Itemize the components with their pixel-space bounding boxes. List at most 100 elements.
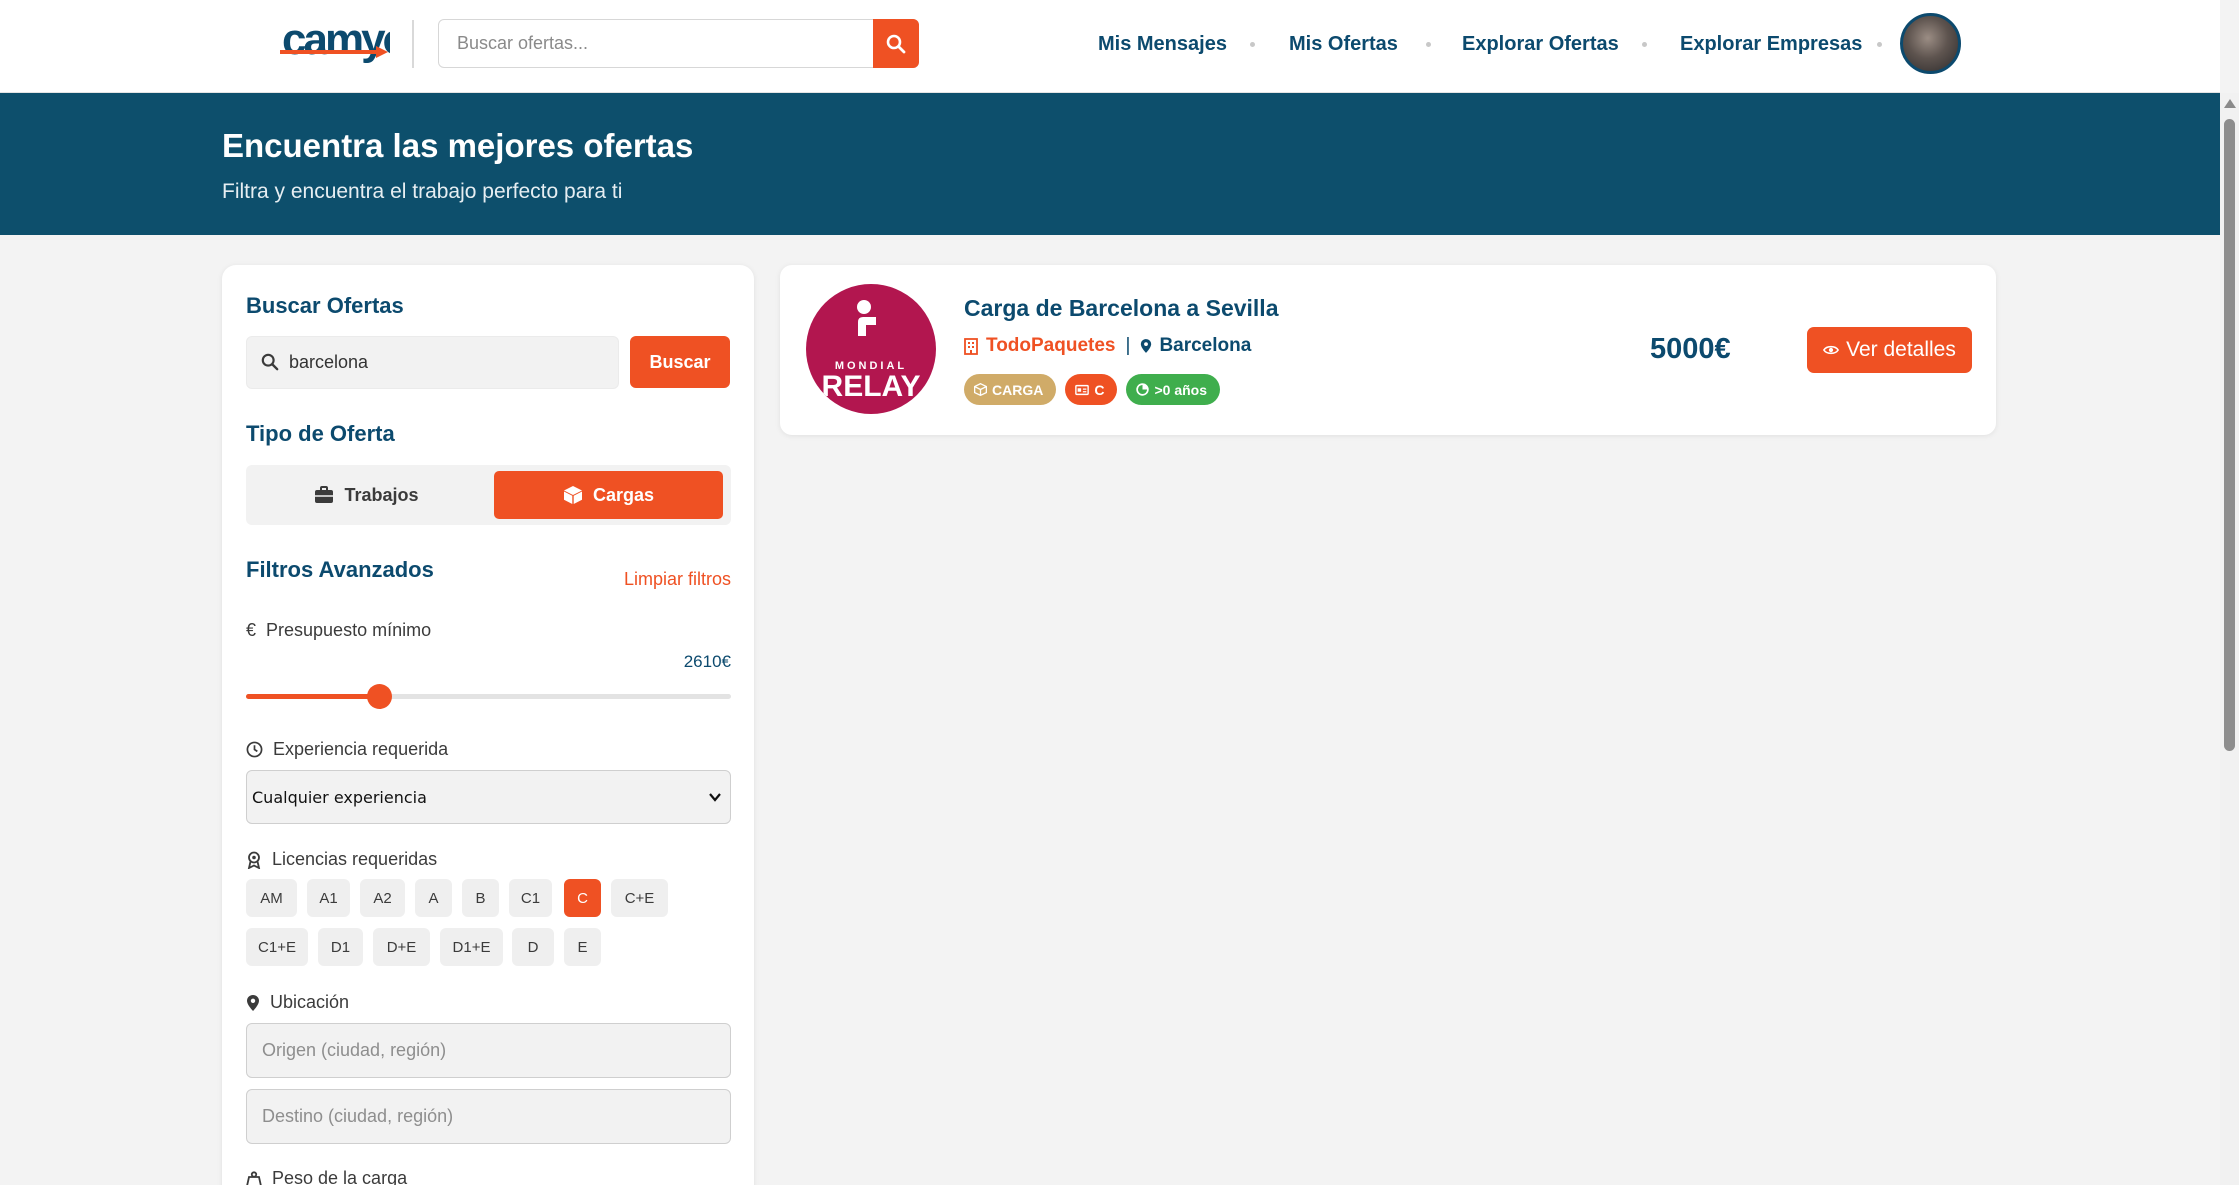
experience-label-row: Experiencia requerida	[246, 739, 448, 760]
view-details-button[interactable]: Ver detalles	[1807, 327, 1972, 373]
license-chip[interactable]: D	[512, 928, 554, 966]
header-search-button[interactable]	[873, 19, 919, 68]
top-navbar: camyo Mis Mensajes Mis Ofertas Explorar …	[0, 0, 2220, 93]
tag-carga-label: CARGA	[992, 381, 1044, 398]
license-chip[interactable]: A1	[307, 879, 350, 917]
weight-label-row: Peso de la carga	[246, 1168, 407, 1185]
city-name: Barcelona	[1159, 335, 1252, 356]
license-chip[interactable]: C1+E	[246, 928, 308, 966]
header-search-input[interactable]	[439, 20, 871, 67]
nav-explorar-empresas[interactable]: Explorar Empresas	[1680, 33, 1862, 56]
license-chip[interactable]: C+E	[611, 879, 668, 917]
tag-experience-label: >0 años	[1154, 381, 1207, 398]
view-details-label: Ver detalles	[1846, 338, 1956, 361]
budget-slider[interactable]	[246, 684, 731, 709]
license-chip[interactable]: E	[564, 928, 601, 966]
tag-carga: CARGA	[964, 374, 1057, 405]
box-icon	[563, 486, 582, 504]
budget-value: 2610€	[683, 652, 731, 671]
license-chip[interactable]: AM	[246, 879, 297, 917]
tab-cargas-label: Cargas	[592, 484, 655, 505]
nav-mis-ofertas[interactable]: Mis Ofertas	[1289, 33, 1398, 56]
offer-price: 5000€	[1650, 333, 1731, 365]
box-icon	[974, 383, 987, 396]
budget-slider-thumb[interactable]	[367, 684, 393, 709]
company-name: TodoPaquetes	[986, 335, 1116, 356]
offer-tags: CARGA C >0 años	[964, 374, 1220, 405]
page-scrollbar[interactable]	[2220, 93, 2239, 1185]
origin-input[interactable]	[247, 1024, 730, 1077]
location-label: Ubicación	[270, 992, 350, 1012]
svg-text:camyo: camyo	[282, 15, 390, 64]
offer-type-toggle: Trabajos Cargas	[246, 465, 731, 525]
search-icon	[261, 353, 279, 371]
license-chip[interactable]: D+E	[373, 928, 430, 966]
map-pin-icon	[1141, 339, 1152, 353]
filter-panel: Buscar Ofertas Buscar Tipo de Oferta Tra…	[222, 265, 754, 1185]
license-chip[interactable]: D1+E	[440, 928, 503, 966]
sidebar-search-input[interactable]	[289, 337, 609, 388]
license-badge-icon	[247, 851, 261, 869]
offer-title[interactable]: Carga de Barcelona a Sevilla	[964, 295, 1279, 322]
tab-cargas[interactable]: Cargas	[494, 471, 723, 519]
license-chip[interactable]: A	[415, 879, 452, 917]
nav-separator-dot	[1250, 42, 1255, 47]
tab-trabajos[interactable]: Trabajos	[252, 471, 481, 519]
tag-license: C	[1065, 374, 1118, 405]
destination-input[interactable]	[247, 1090, 730, 1143]
origin-field	[246, 1023, 731, 1078]
license-chip[interactable]: A2	[360, 879, 405, 917]
map-pin-icon	[247, 994, 259, 1011]
advanced-filters-title: Filtros Avanzados	[246, 557, 434, 582]
location-label-row: Ubicación	[246, 992, 349, 1013]
experience-select[interactable]: Cualquier experiencia	[246, 770, 731, 824]
header-search	[438, 19, 919, 68]
license-chip-selected[interactable]: C	[564, 879, 601, 917]
tag-license-label: C	[1094, 381, 1105, 398]
nav-explorar-ofertas[interactable]: Explorar Ofertas	[1462, 33, 1619, 56]
scroll-thumb[interactable]	[2224, 119, 2235, 751]
offer-type-title: Tipo de Oferta	[246, 421, 395, 446]
licenses-label: Licencias requeridas	[272, 849, 438, 869]
nav-mis-mensajes[interactable]: Mis Mensajes	[1098, 33, 1227, 56]
chevron-down-icon	[709, 793, 721, 802]
license-chip[interactable]: C1	[509, 879, 552, 917]
budget-slider-fill	[246, 694, 380, 699]
scroll-up-arrow[interactable]	[2224, 99, 2236, 108]
id-card-icon	[1075, 384, 1090, 395]
experience-icon	[1136, 383, 1150, 396]
search-section-title: Buscar Ofertas	[246, 293, 404, 318]
offer-location: Barcelona	[1140, 335, 1251, 357]
tab-trabajos-label: Trabajos	[344, 484, 419, 505]
clear-filters-link[interactable]: Limpiar filtros	[624, 569, 731, 590]
destination-field	[246, 1089, 731, 1144]
licenses-label-row: Licencias requeridas	[246, 849, 437, 870]
weight-icon	[246, 1170, 262, 1185]
hero-title: Encuentra las mejores ofertas	[222, 127, 694, 164]
license-chip[interactable]: D1	[318, 928, 363, 966]
nav-separator-dot	[1426, 42, 1431, 47]
nav-separator-dot	[1877, 42, 1882, 47]
nav-divider	[412, 20, 414, 68]
briefcase-icon	[315, 486, 334, 503]
budget-label: Presupuesto mínimo	[266, 620, 432, 640]
sidebar-search	[246, 336, 619, 389]
hero-banner: Encuentra las mejores ofertas Filtra y e…	[0, 93, 2220, 235]
company-link[interactable]: TodoPaquetes	[964, 335, 1116, 357]
eye-icon	[1823, 345, 1840, 355]
experience-select-value: Cualquier experiencia	[252, 787, 427, 807]
offer-card[interactable]: MONDIAL RELAY Carga de Barcelona a Sevil…	[780, 265, 1996, 435]
nav-separator-dot	[1642, 42, 1647, 47]
experience-label: Experiencia requerida	[273, 739, 449, 759]
user-avatar[interactable]	[1900, 13, 1961, 74]
offer-meta: TodoPaquetes | Barcelona	[964, 335, 1251, 357]
camyo-logo[interactable]: camyo	[280, 10, 412, 76]
budget-label-row: € Presupuesto mínimo	[246, 620, 431, 641]
hero-subtitle: Filtra y encuentra el trabajo perfecto p…	[222, 180, 623, 203]
license-chip[interactable]: B	[462, 879, 499, 917]
company-logo: MONDIAL RELAY	[806, 284, 936, 414]
svg-text:RELAY: RELAY	[822, 370, 921, 403]
tag-experience: >0 años	[1126, 374, 1220, 405]
sidebar-search-button[interactable]: Buscar	[630, 336, 730, 388]
building-icon	[964, 337, 978, 355]
